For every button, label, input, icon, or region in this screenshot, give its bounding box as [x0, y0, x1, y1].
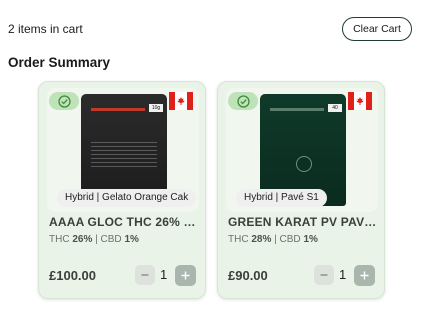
product-name[interactable]: GREEN KARAT PV PAVE ... — [228, 215, 378, 229]
variety-label: Hybrid | Pavé S1 — [236, 189, 327, 207]
product-card[interactable]: 10g Hybrid | Gelato Orange Cak AAAA GLOC… — [38, 81, 206, 299]
clear-cart-button[interactable]: Clear Cart — [342, 17, 412, 41]
pouch-weight-tag: 40 — [328, 104, 342, 112]
variety-label: Hybrid | Gelato Orange Cak — [57, 189, 197, 207]
product-card[interactable]: 40 Hybrid | Pavé S1 GREEN KARAT PV PAVE … — [217, 81, 385, 299]
product-price: £100.00 — [49, 268, 96, 283]
minus-icon — [320, 274, 328, 276]
order-summary-title: Order Summary — [8, 55, 111, 70]
potency-info: THC 26% | CBD 1% — [49, 234, 139, 245]
quantity-decrease-button[interactable] — [135, 265, 155, 285]
check-circle-icon — [49, 92, 79, 110]
product-image: 10g Hybrid | Gelato Orange Cak — [47, 88, 199, 212]
canada-flag-icon — [169, 92, 193, 110]
quantity-value: 1 — [339, 267, 347, 282]
check-circle-icon — [228, 92, 258, 110]
quantity-value: 1 — [160, 267, 168, 282]
pouch-weight-tag: 10g — [149, 104, 163, 112]
quantity-increase-button[interactable] — [354, 265, 375, 286]
canada-flag-icon — [348, 92, 372, 110]
quantity-decrease-button[interactable] — [314, 265, 334, 285]
product-image: 40 Hybrid | Pavé S1 — [226, 88, 378, 212]
plus-icon — [360, 271, 369, 280]
quantity-increase-button[interactable] — [175, 265, 196, 286]
plus-icon — [181, 271, 190, 280]
potency-info: THC 28% | CBD 1% — [228, 234, 318, 245]
product-price: £90.00 — [228, 268, 268, 283]
product-name[interactable]: AAAA GLOC THC 26% C... — [49, 215, 199, 229]
cart-count: 2 items in cart — [8, 22, 83, 36]
minus-icon — [141, 274, 149, 276]
